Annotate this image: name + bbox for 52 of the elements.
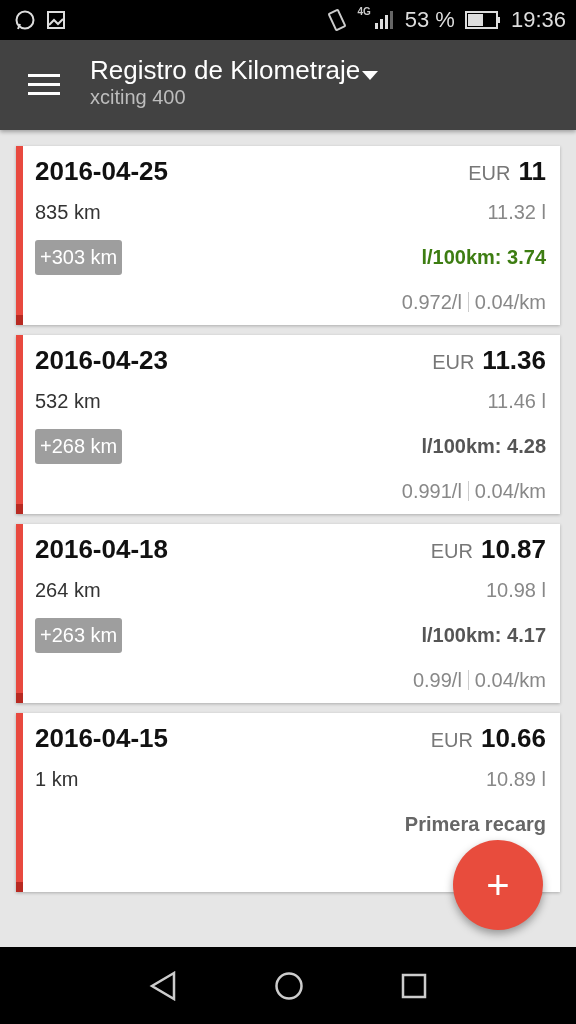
menu-icon[interactable] [28,74,60,96]
currency: EUR [430,540,473,563]
amount: 10.87 [480,534,546,565]
battery-icon [464,11,501,29]
consumption: l/100km: 3.74 [421,245,546,269]
odometer: 835 km [35,200,101,224]
refuel-card[interactable]: 2016-04-25 EUR 11 835 km 11.32 l +303 km l/100km: 3.74 0.972/l 0.04/km [16,146,560,325]
fuel-liters: 11.32 l [487,200,546,224]
cost-per-km: 0.04/km [474,479,546,503]
network-type: 4G [357,6,371,17]
amount: 11 [518,156,546,187]
signal-icon [372,9,395,31]
odometer: 1 km [35,767,79,791]
price-per-liter: 0.972/l [401,290,462,314]
consumption: l/100km: 4.17 [421,623,546,647]
recents-icon[interactable] [401,972,428,999]
cost-per-km: 0.04/km [474,290,546,314]
distance-badge: +268 km [35,428,123,464]
clock: 19:36 [510,7,566,33]
refuel-date: 2016-04-15 [35,723,168,754]
currency: EUR [468,162,511,185]
refuel-date: 2016-04-25 [35,156,168,187]
odometer: 264 km [35,578,101,602]
distance-badge: +303 km [35,239,123,275]
fuel-liters: 11.46 l [487,389,546,413]
refuel-card[interactable]: 2016-04-23 EUR 11.36 532 km 11.46 l +268 km l/100km: 4.28 0.991/l 0.04/km [16,335,560,514]
fuel-liters: 10.98 l [485,578,546,602]
app-title[interactable]: Registro de Kilometraje [90,55,361,86]
home-icon[interactable] [274,970,304,1001]
refuel-date: 2016-04-18 [35,534,168,565]
cost-per-km: 0.04/km [474,668,546,692]
battery-percentage: 53 % [404,7,455,33]
note: Primera recarg [404,812,546,836]
price-per-liter: 0.991/l [401,479,462,503]
add-button[interactable]: + [453,840,543,930]
amount: 10.66 [480,723,546,754]
vehicle-name: xciting 400 [90,86,187,109]
consumption: l/100km: 4.28 [421,434,546,458]
amount: 11.36 [482,345,546,376]
distance-badge: +263 km [35,617,123,653]
image-icon [46,10,66,30]
back-icon[interactable] [148,970,177,1001]
currency: EUR [430,729,473,752]
refuel-date: 2016-04-23 [35,345,168,376]
odometer: 532 km [35,389,101,413]
chat-icon [14,9,36,31]
price-per-liter: 0.99/l [412,668,462,692]
dropdown-caret-icon[interactable] [362,70,379,81]
vibrate-icon [327,8,348,32]
fuel-liters: 10.89 l [485,767,546,791]
refuel-card[interactable]: 2016-04-18 EUR 10.87 264 km 10.98 l +263 km l/100km: 4.17 0.99/l 0.04/km [16,524,560,703]
currency: EUR [432,351,475,374]
